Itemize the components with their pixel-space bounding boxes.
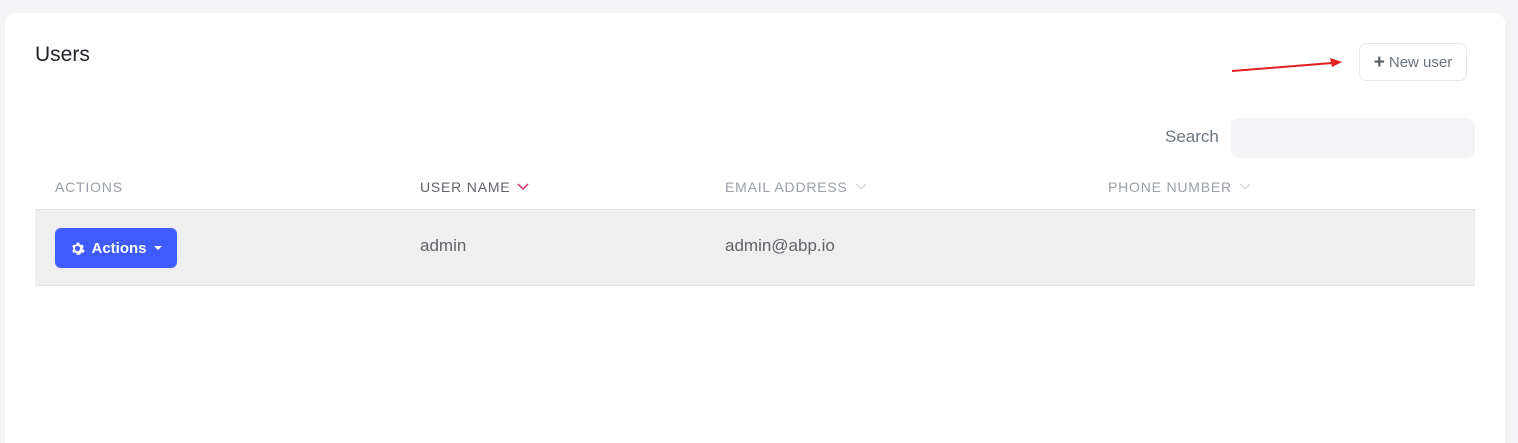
search-label: Search	[1165, 127, 1219, 146]
table-header: ACTIONS USER NAME EMAIL ADDRESS PHONE NU…	[35, 168, 1475, 210]
actions-label: Actions	[91, 239, 147, 257]
column-header-email-address[interactable]: EMAIL ADDRESS	[725, 179, 868, 195]
column-header-user-name[interactable]: USER NAME	[420, 179, 530, 195]
cell-user-name: admin	[420, 236, 467, 255]
plus-icon: +	[1373, 51, 1385, 73]
gear-icon	[72, 242, 86, 255]
page-title: Users	[35, 43, 90, 66]
new-user-label: New user	[1388, 53, 1453, 71]
sort-chevron-down-icon	[855, 183, 867, 190]
sort-chevron-down-icon	[1239, 183, 1251, 190]
users-card: Users + New user Search ACTIONS USER NAM…	[5, 13, 1505, 443]
column-header-phone-number[interactable]: PHONE NUMBER	[1108, 179, 1252, 195]
users-table: ACTIONS USER NAME EMAIL ADDRESS PHONE NU…	[35, 168, 1475, 286]
sort-chevron-down-icon	[517, 183, 529, 190]
search-input[interactable]	[1231, 118, 1475, 158]
column-header-actions: ACTIONS	[55, 179, 123, 195]
new-user-button[interactable]: + New user	[1359, 43, 1467, 81]
cell-email-address: admin@abp.io	[725, 236, 835, 255]
annotation-arrow-icon	[1231, 58, 1342, 72]
actions-dropdown-button[interactable]: Actions	[55, 228, 177, 268]
table-row: Actions admin admin@abp.io	[35, 210, 1475, 286]
caret-down-icon	[153, 246, 162, 250]
